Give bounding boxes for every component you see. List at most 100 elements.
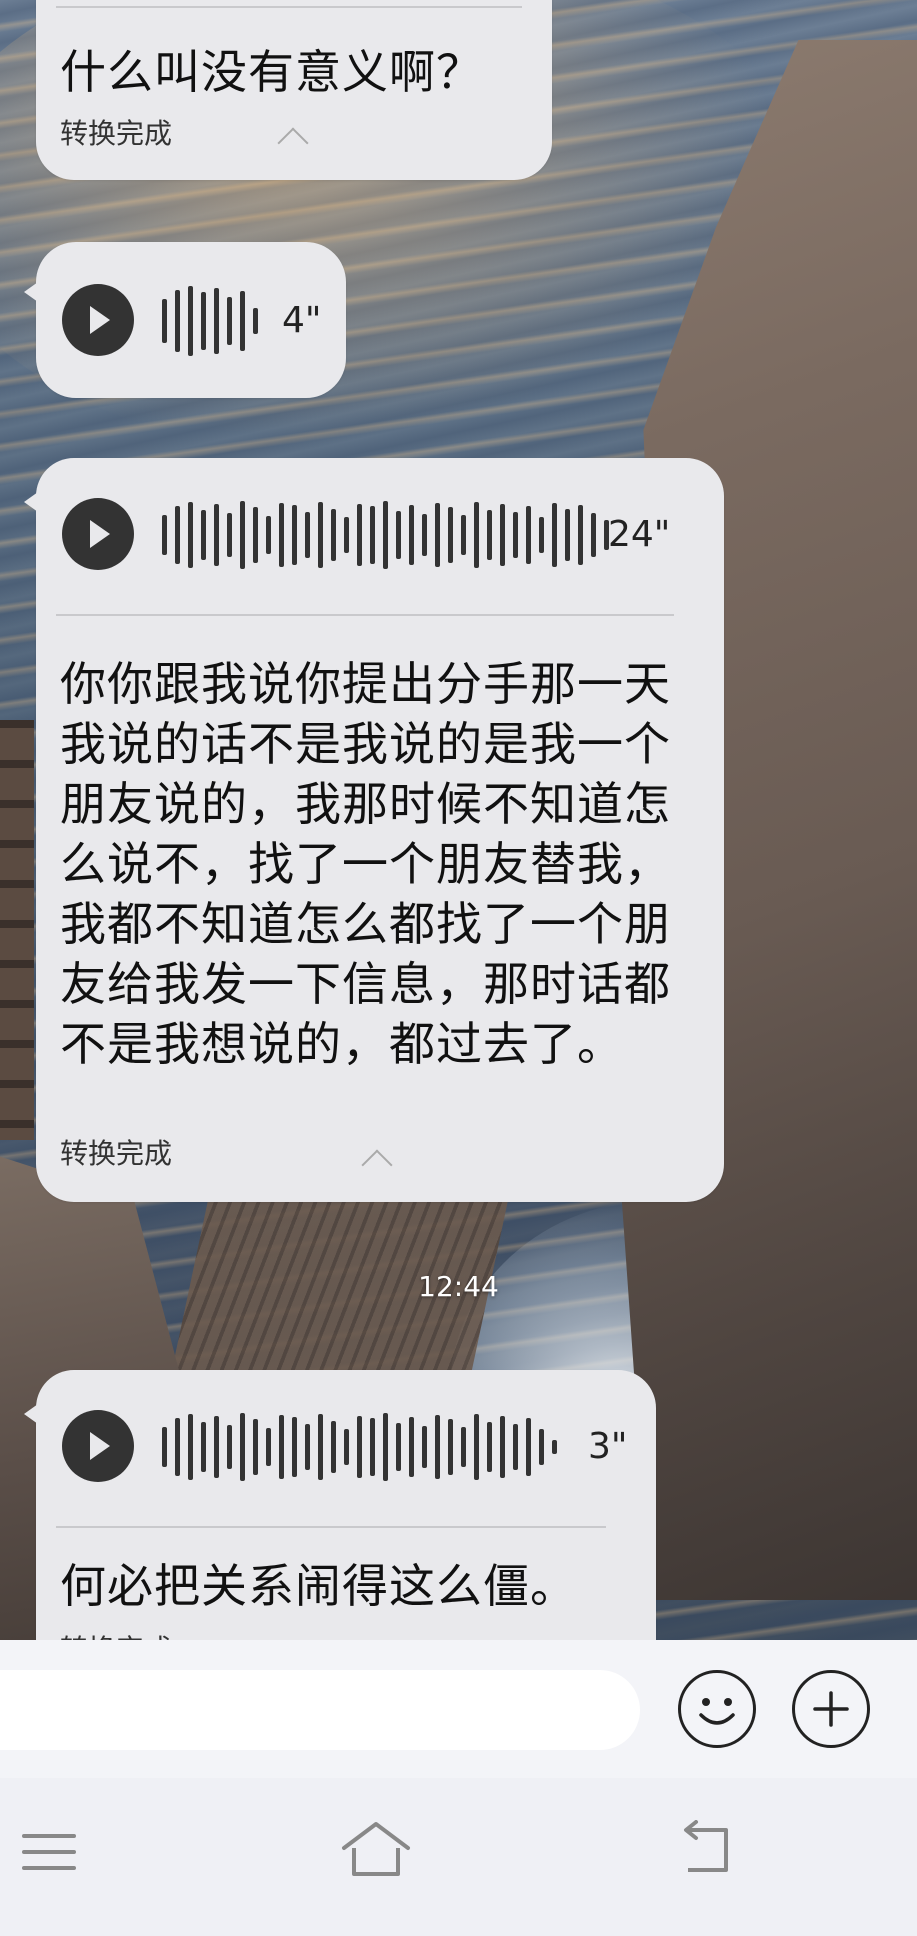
waveform-bar xyxy=(253,507,258,563)
waveform-bar xyxy=(435,503,440,567)
transcription-text: 何必把关系闹得这么僵。 xyxy=(60,1559,577,1613)
waveform-bar xyxy=(292,505,297,565)
waveform-bar xyxy=(383,501,388,569)
waveform xyxy=(162,1412,557,1482)
waveform-bar xyxy=(526,1418,531,1476)
waveform-bar xyxy=(474,1414,479,1480)
waveform-bar xyxy=(240,1413,245,1481)
waveform-bar xyxy=(266,1428,271,1466)
waveform-bar xyxy=(370,506,375,564)
back-icon[interactable] xyxy=(674,1820,734,1880)
bubble-tail xyxy=(24,1404,38,1424)
transcription-status: 转换完成 xyxy=(60,1137,173,1170)
waveform-bar xyxy=(266,516,271,554)
waveform-bar xyxy=(409,505,414,565)
message-input-bar xyxy=(0,1640,917,1778)
voice-message-bubble[interactable]: 4" xyxy=(24,242,346,398)
bubble-tail xyxy=(24,282,38,302)
waveform-bar xyxy=(318,502,323,568)
transcription-divider xyxy=(56,614,674,616)
waveform-bar xyxy=(487,510,492,560)
waveform-bar xyxy=(175,506,180,564)
waveform-bar xyxy=(513,1424,518,1470)
home-icon[interactable] xyxy=(340,1818,412,1882)
railing xyxy=(0,720,34,1140)
waveform-bar xyxy=(513,512,518,558)
waveform-bar xyxy=(292,1417,297,1477)
message-input[interactable] xyxy=(0,1670,640,1750)
waveform-bar xyxy=(383,1413,388,1481)
plus-icon[interactable] xyxy=(792,1670,870,1748)
waveform xyxy=(162,500,609,570)
chevron-up-icon[interactable] xyxy=(361,1149,393,1181)
waveform-bar xyxy=(539,517,544,553)
voice-message-bubble[interactable]: 什么叫没有意义啊？ 转换完成 xyxy=(36,0,552,180)
voice-duration: 24" xyxy=(608,514,671,555)
waveform-bar xyxy=(331,1421,336,1473)
waveform-bar xyxy=(201,510,206,560)
transcription-text: 你你跟我说你提出分手那一天我说的话不是我说的是我一个朋友说的，我那时候不知道怎么… xyxy=(60,657,671,1071)
chevron-up-icon[interactable] xyxy=(277,127,309,159)
transcription-text: 什么叫没有意义啊？ xyxy=(60,45,483,99)
waveform-bar xyxy=(526,506,531,564)
waveform-bar xyxy=(357,504,362,566)
waveform-bar xyxy=(448,507,453,563)
play-icon[interactable] xyxy=(62,284,134,356)
waveform-bar xyxy=(487,1422,492,1472)
waveform-bar xyxy=(552,503,557,567)
waveform-bar xyxy=(500,1416,505,1478)
system-nav-bar xyxy=(0,1778,917,1936)
smiley-icon[interactable] xyxy=(678,1670,756,1748)
waveform-bar xyxy=(240,501,245,569)
waveform-bar xyxy=(214,504,219,566)
play-icon[interactable] xyxy=(62,498,134,570)
waveform-bar xyxy=(461,1427,466,1467)
waveform-bar xyxy=(357,1416,362,1478)
waveform-bar xyxy=(305,1424,310,1470)
waveform-bar xyxy=(331,509,336,561)
waveform-bar xyxy=(253,1419,258,1475)
bubble-tail xyxy=(24,492,38,512)
waveform-bar xyxy=(279,1415,284,1479)
waveform-bar xyxy=(552,1440,557,1454)
waveform-bar xyxy=(435,1415,440,1479)
waveform-bar xyxy=(422,514,427,556)
waveform-bar xyxy=(539,1429,544,1465)
message-timestamp: 12:44 xyxy=(418,1270,499,1303)
transcription-status: 转换完成 xyxy=(60,117,173,150)
waveform-bar xyxy=(175,1418,180,1476)
waveform-bar xyxy=(279,503,284,567)
waveform-bar xyxy=(344,1429,349,1465)
transcription-divider xyxy=(56,6,522,8)
voice-duration: 4" xyxy=(282,300,322,341)
waveform-bar xyxy=(227,1425,232,1469)
waveform-bar xyxy=(305,512,310,558)
waveform-bar xyxy=(318,1414,323,1480)
waveform-bar xyxy=(396,511,401,559)
waveform-bar xyxy=(188,502,193,568)
waveform-bar xyxy=(409,1417,414,1477)
waveform-bar xyxy=(474,502,479,568)
waveform-bar xyxy=(201,1422,206,1472)
waveform xyxy=(162,286,258,356)
play-icon[interactable] xyxy=(62,1410,134,1482)
waveform-bar xyxy=(500,504,505,566)
waveform-bar xyxy=(227,513,232,557)
waveform-bar xyxy=(461,515,466,555)
waveform-bar xyxy=(370,1418,375,1476)
transcription-divider xyxy=(56,1526,606,1528)
waveform-bar xyxy=(344,517,349,553)
waveform-bar xyxy=(565,509,570,561)
waveform-bar xyxy=(591,513,596,557)
waveform-bar xyxy=(162,1427,167,1467)
waveform-bar xyxy=(422,1426,427,1468)
waveform-bar xyxy=(448,1419,453,1475)
waveform-bar xyxy=(214,1416,219,1478)
waveform-bar xyxy=(396,1423,401,1471)
waveform-bar xyxy=(162,515,167,555)
voice-message-bubble[interactable]: 24" 你你跟我说你提出分手那一天我说的话不是我说的是我一个朋友说的，我那时候不… xyxy=(24,458,724,1202)
voice-duration: 3" xyxy=(588,1426,628,1467)
waveform-bar xyxy=(578,505,583,565)
waveform-bar xyxy=(188,1414,193,1480)
hamburger-icon[interactable] xyxy=(22,1824,78,1880)
